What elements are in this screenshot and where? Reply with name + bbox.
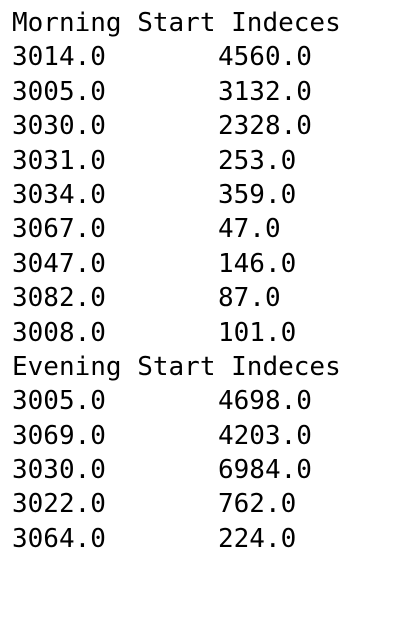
index-value: 146.0 <box>218 248 297 279</box>
text-output: Morning Start Indeces 3014.0 4560.0 3005… <box>12 6 402 556</box>
index-value: 253.0 <box>218 145 297 176</box>
section-heading-morning: Morning Start Indeces <box>12 8 341 38</box>
data-row: 3014.0 4560.0 <box>12 40 402 74</box>
station-value: 3069.0 <box>12 420 106 451</box>
data-row: 3067.0 47.0 <box>12 212 402 246</box>
station-value: 3031.0 <box>12 145 106 176</box>
index-value: 359.0 <box>218 179 297 210</box>
index-value: 101.0 <box>218 317 297 348</box>
data-row: 3082.0 87.0 <box>12 281 402 315</box>
station-value: 3082.0 <box>12 283 106 314</box>
index-value: 224.0 <box>218 523 297 554</box>
data-row: 3069.0 4203.0 <box>12 419 402 453</box>
index-value: 4560.0 <box>218 42 312 73</box>
station-value: 3014.0 <box>12 42 106 73</box>
index-value: 87.0 <box>218 283 281 314</box>
section-heading-evening: Evening Start Indeces <box>12 351 341 382</box>
station-value: 3067.0 <box>12 214 106 245</box>
data-row: 3022.0 762.0 <box>12 487 402 521</box>
data-row: 3030.0 2328.0 <box>12 109 402 143</box>
station-value: 3047.0 <box>12 248 106 279</box>
station-value: 3064.0 <box>12 523 106 554</box>
data-row: 3030.0 6984.0 <box>12 453 402 487</box>
station-value: 3008.0 <box>12 317 106 348</box>
station-value: 3030.0 <box>12 111 106 142</box>
station-value: 3034.0 <box>12 179 106 210</box>
station-value: 3030.0 <box>12 455 106 486</box>
data-row: 3047.0 146.0 <box>12 247 402 281</box>
station-value: 3005.0 <box>12 386 106 417</box>
data-row: 3005.0 4698.0 <box>12 384 402 418</box>
index-value: 47.0 <box>218 214 281 245</box>
data-row: 3064.0 224.0 <box>12 522 402 556</box>
data-row: 3031.0 253.0 <box>12 144 402 178</box>
station-value: 3022.0 <box>12 489 106 520</box>
index-value: 4698.0 <box>218 386 312 417</box>
index-value: 2328.0 <box>218 111 312 142</box>
index-value: 4203.0 <box>218 420 312 451</box>
data-row: 3005.0 3132.0 <box>12 75 402 109</box>
data-row: 3008.0 101.0 <box>12 316 402 350</box>
index-value: 762.0 <box>218 489 297 520</box>
data-row: 3034.0 359.0 <box>12 178 402 212</box>
index-value: 6984.0 <box>218 455 312 486</box>
station-value: 3005.0 <box>12 76 106 107</box>
index-value: 3132.0 <box>218 76 312 107</box>
